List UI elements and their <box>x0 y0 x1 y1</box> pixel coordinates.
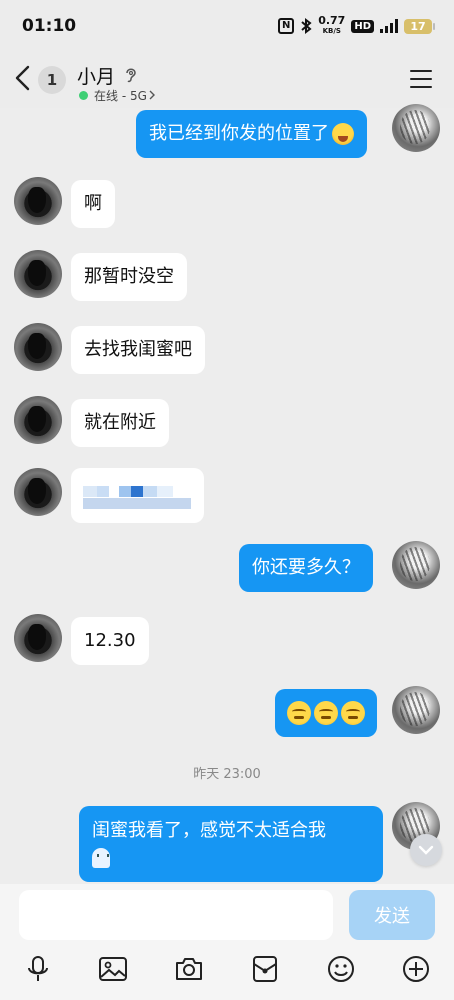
menu-icon[interactable] <box>410 70 432 90</box>
message-text: 就在附近 <box>84 412 156 433</box>
status-icons: N 0.77 KB/S HD 17 <box>278 14 435 36</box>
contact-avatar[interactable] <box>14 396 62 444</box>
squinting-face-emoji-icon <box>341 701 365 725</box>
squinting-face-emoji-icon <box>314 701 338 725</box>
red-packet-icon[interactable] <box>250 954 280 984</box>
message-bubble-received[interactable]: 12.30 <box>71 617 149 665</box>
message-text: 我已经到你发的位置了 <box>149 123 329 144</box>
message-bubble-received[interactable]: 去找我闺蜜吧 <box>71 326 205 374</box>
message-bubble-sent[interactable]: 闺蜜我看了，感觉不太适合我 <box>79 806 383 882</box>
online-status-dot <box>79 91 88 100</box>
message-text: 你还要多久？ <box>252 557 360 578</box>
message-bubble-sent[interactable]: 你还要多久？ <box>239 544 373 592</box>
network-speed-value: 0.77 <box>318 14 346 27</box>
message-bubble-received[interactable]: 就在附近 <box>71 399 169 447</box>
message-text: 12.30 <box>84 630 136 651</box>
message-text: 去找我闺蜜吧 <box>84 339 192 360</box>
chat-header: 1 小月 在线 - 5G <box>0 52 454 108</box>
network-speed-unit: KB/S <box>322 27 341 35</box>
ghost-emoji-icon <box>92 848 110 868</box>
message-input[interactable] <box>19 890 333 940</box>
nfc-icon: N <box>278 18 295 34</box>
contact-avatar[interactable] <box>14 323 62 371</box>
message-timestamp: 昨天 23:00 <box>193 767 261 782</box>
chevron-down-icon <box>418 845 434 855</box>
pixelated-message-bubble[interactable] <box>71 468 204 523</box>
contact-avatar[interactable] <box>14 177 62 225</box>
unread-count-badge[interactable]: 1 <box>38 66 66 94</box>
network-speed: 0.77 KB/S <box>318 14 346 36</box>
chat-area[interactable]: 我已经到你发的位置了 啊 那暂时没空 去找我闺蜜吧 就在附近 你还要多久？ 12… <box>0 104 454 884</box>
composer-toolbar <box>0 950 454 990</box>
message-text: 闺蜜我看了，感觉不太适合我 <box>92 820 326 841</box>
message-text: 那暂时没空 <box>84 266 174 287</box>
message-bubble-received[interactable]: 啊 <box>71 180 115 228</box>
my-avatar[interactable] <box>392 541 440 589</box>
chevron-right-icon <box>149 90 155 100</box>
contact-avatar[interactable] <box>14 614 62 662</box>
message-text: 啊 <box>84 193 102 214</box>
my-avatar[interactable] <box>392 104 440 152</box>
send-button[interactable]: 发送 <box>349 890 435 940</box>
contact-avatar[interactable] <box>14 250 62 298</box>
message-bubble-sent[interactable]: 我已经到你发的位置了 <box>136 110 367 158</box>
gallery-icon[interactable] <box>98 954 128 984</box>
composer-bar: 发送 <box>0 884 454 1000</box>
my-avatar[interactable] <box>392 686 440 734</box>
laughing-face-emoji-icon <box>332 123 354 145</box>
plus-icon[interactable] <box>401 954 431 984</box>
emoji-icon[interactable] <box>326 954 356 984</box>
bluetooth-icon <box>301 18 312 34</box>
mic-icon[interactable] <box>23 954 53 984</box>
status-bar: 01:10 N 0.77 KB/S HD 17 <box>0 0 454 52</box>
earpiece-mode-icon <box>126 68 136 83</box>
message-bubble-sent[interactable] <box>275 689 377 737</box>
battery-icon: 17 <box>404 18 435 34</box>
scroll-to-bottom-button[interactable] <box>410 834 442 866</box>
status-time: 01:10 <box>22 16 77 36</box>
contact-avatar[interactable] <box>14 468 62 516</box>
squinting-face-emoji-icon <box>287 701 311 725</box>
message-bubble-received[interactable]: 那暂时没空 <box>71 253 187 301</box>
hd-badge: HD <box>351 19 374 33</box>
back-icon[interactable] <box>12 64 34 92</box>
camera-icon[interactable] <box>174 954 204 984</box>
signal-icon <box>380 19 398 33</box>
contact-name[interactable]: 小月 <box>77 62 115 89</box>
online-status-text[interactable]: 在线 - 5G <box>94 87 147 104</box>
